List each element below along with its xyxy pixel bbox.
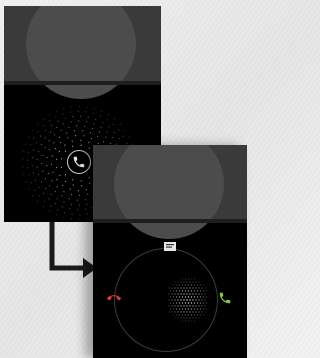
decline-call-icon: [107, 295, 121, 301]
message-target[interactable]: [163, 240, 177, 254]
answer-call-icon: [219, 292, 231, 304]
phone-handle[interactable]: [67, 150, 91, 174]
flow-arrow-icon: [49, 222, 97, 278]
phone-icon: [73, 156, 85, 168]
decline-target[interactable]: [107, 291, 121, 305]
answer-target[interactable]: [218, 291, 232, 305]
incoming-call-screen-targets: [93, 145, 247, 358]
message-icon: [164, 242, 176, 251]
